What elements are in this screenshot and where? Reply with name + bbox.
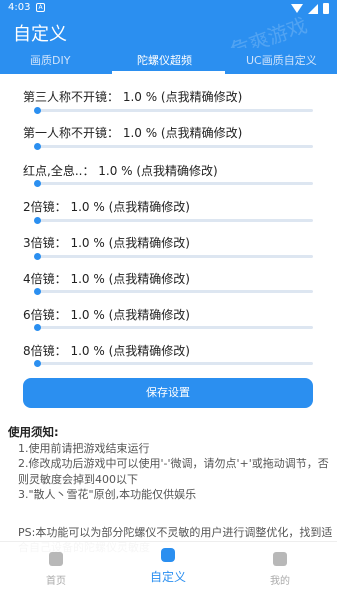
home-icon bbox=[49, 552, 63, 566]
slider-row: 6倍镜： 1.0 % (点我精确修改) bbox=[23, 306, 313, 331]
slider-thumb[interactable] bbox=[34, 253, 42, 260]
tab-indicator bbox=[112, 71, 225, 74]
app-bar: 自定义 危爽游戏 bbox=[0, 13, 337, 63]
slider-label[interactable]: 4倍镜： 1.0 % (点我精确修改) bbox=[23, 270, 313, 287]
slider-track[interactable] bbox=[35, 326, 313, 329]
nav-label: 我的 bbox=[270, 576, 290, 587]
slider-label[interactable]: 第三人称不开镜： 1.0 % (点我精确修改) bbox=[23, 88, 313, 105]
slider-row: 3倍镜： 1.0 % (点我精确修改) bbox=[23, 234, 313, 260]
slider-label[interactable]: 8倍镜： 1.0 % (点我精确修改) bbox=[23, 342, 313, 359]
slider-thumb[interactable] bbox=[34, 288, 42, 295]
slider-label[interactable]: 第一人称不开镜： 1.0 % (点我精确修改) bbox=[23, 124, 313, 141]
slider-row: 2倍镜： 1.0 % (点我精确修改) bbox=[23, 198, 313, 224]
slider-track[interactable] bbox=[35, 145, 313, 148]
usage-notes: 使用须知: 1.使用前请把游戏结束运行 2.修改成功后游戏中可以使用'-'微调，… bbox=[8, 425, 333, 556]
nav-home[interactable]: 首页 bbox=[16, 552, 96, 587]
profile-icon bbox=[273, 552, 287, 566]
nav-label: 首页 bbox=[46, 576, 66, 587]
tab-gyroscope-overclock[interactable]: 陀螺仪超频 bbox=[137, 52, 192, 68]
notification-icon: A bbox=[36, 3, 45, 12]
customize-icon bbox=[161, 548, 175, 562]
page-title: 自定义 bbox=[13, 24, 67, 45]
nav-label: 自定义 bbox=[149, 570, 186, 584]
slider-row: 第一人称不开镜： 1.0 % (点我精确修改) bbox=[23, 124, 313, 150]
slider-thumb[interactable] bbox=[34, 107, 42, 114]
bottom-nav: 首页 自定义 我的 bbox=[0, 541, 337, 600]
slider-thumb[interactable] bbox=[34, 180, 42, 187]
status-time: 4:03 bbox=[8, 2, 31, 13]
slider-label[interactable]: 6倍镜： 1.0 % (点我精确修改) bbox=[23, 306, 313, 323]
nav-customize[interactable]: 自定义 bbox=[128, 548, 208, 585]
slider-row: 第三人称不开镜： 1.0 % (点我精确修改) bbox=[23, 88, 313, 114]
slider-track[interactable] bbox=[35, 290, 313, 293]
notes-line: 3."散人丶雪花"原创,本功能仅供娱乐 bbox=[18, 488, 197, 501]
slider-thumb[interactable] bbox=[34, 324, 42, 331]
notes-line: 2.修改成功后游戏中可以使用'-'微调，请勿点'+'或拖动调节，否则灵敏度会掉到… bbox=[18, 457, 329, 486]
slider-row: 红点,全息..： 1.0 % (点我精确修改) bbox=[23, 162, 313, 187]
battery-icon bbox=[323, 3, 329, 14]
slider-row: 8倍镜： 1.0 % (点我精确修改) bbox=[23, 342, 313, 367]
tab-uc-quality-custom[interactable]: UC画质自定义 bbox=[246, 52, 317, 68]
slider-thumb[interactable] bbox=[34, 217, 42, 224]
slider-thumb[interactable] bbox=[34, 143, 42, 150]
slider-row: 4倍镜： 1.0 % (点我精确修改) bbox=[23, 270, 313, 295]
notes-line: 1.使用前请把游戏结束运行 bbox=[18, 441, 150, 455]
slider-track[interactable] bbox=[35, 109, 313, 112]
signal-icon bbox=[308, 3, 318, 14]
save-settings-button[interactable]: 保存设置 bbox=[23, 378, 313, 408]
notes-heading: 使用须知: bbox=[8, 425, 59, 439]
tab-quality-diy[interactable]: 画质DIY bbox=[30, 52, 70, 68]
slider-label[interactable]: 2倍镜： 1.0 % (点我精确修改) bbox=[23, 198, 313, 215]
slider-track[interactable] bbox=[35, 182, 313, 185]
slider-track[interactable] bbox=[35, 255, 313, 258]
nav-profile[interactable]: 我的 bbox=[240, 552, 320, 587]
slider-label[interactable]: 红点,全息..： 1.0 % (点我精确修改) bbox=[23, 162, 313, 179]
slider-track[interactable] bbox=[35, 219, 313, 222]
slider-track[interactable] bbox=[35, 362, 313, 365]
slider-label[interactable]: 3倍镜： 1.0 % (点我精确修改) bbox=[23, 234, 313, 251]
tab-bar: 画质DIY 陀螺仪超频 UC画质自定义 bbox=[0, 48, 337, 74]
slider-thumb[interactable] bbox=[34, 360, 42, 367]
